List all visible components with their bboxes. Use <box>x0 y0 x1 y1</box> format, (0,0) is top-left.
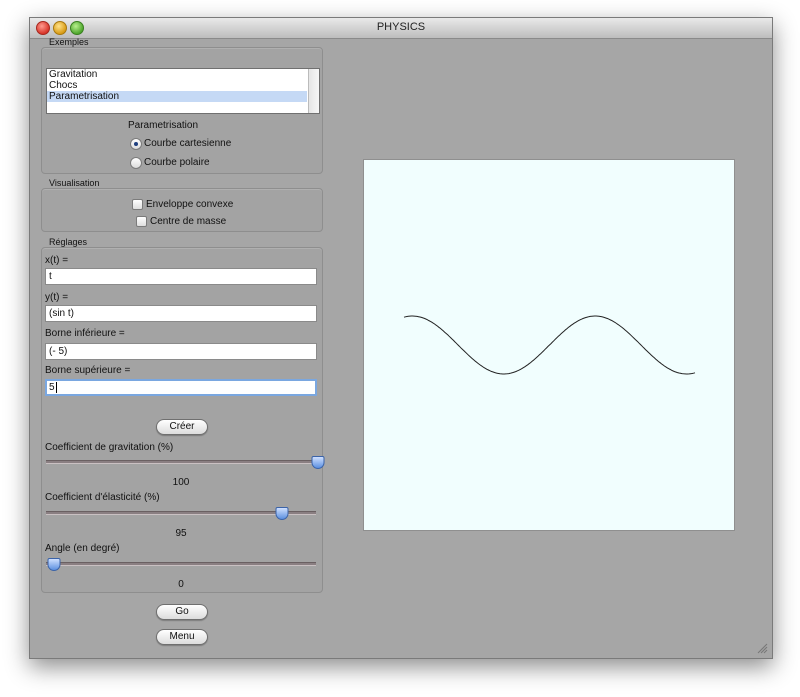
angle-slider-value: 0 <box>178 579 184 590</box>
examples-list[interactable]: Gravitation Chocs Parametrisation <box>46 68 320 114</box>
resize-grip-icon[interactable] <box>756 642 768 654</box>
checkbox-label-centre-de-masse: Centre de masse <box>150 216 227 227</box>
menu-button[interactable]: Menu <box>156 629 208 645</box>
elasticite-slider-value: 95 <box>175 528 187 539</box>
gravitation-slider-label: Coefficient de gravitation (%) <box>45 442 174 453</box>
radio-courbe-polaire[interactable] <box>130 157 142 169</box>
exemples-group-label: Exemples <box>49 37 89 47</box>
checkbox-centre-de-masse[interactable] <box>136 216 147 227</box>
elasticite-slider-label: Coefficient d'élasticité (%) <box>45 492 160 503</box>
list-scrollbar[interactable] <box>308 69 319 113</box>
checkbox-label-enveloppe-convexe: Enveloppe convexe <box>146 199 234 210</box>
title-bar[interactable]: PHYSICS <box>30 18 772 39</box>
go-button[interactable]: Go <box>156 604 208 620</box>
gravitation-slider-thumb[interactable] <box>311 456 325 469</box>
window-title: PHYSICS <box>376 21 426 33</box>
radio-courbe-cartesienne[interactable] <box>130 138 142 150</box>
app-window: PHYSICS Exemples Gravitation Chocs Param… <box>29 17 773 659</box>
radio-label-courbe-polaire: Courbe polaire <box>144 157 210 168</box>
gravitation-slider-track[interactable] <box>46 460 316 464</box>
upper-bound-label: Borne supérieure = <box>45 365 131 376</box>
upper-bound-value: 5 <box>49 382 55 394</box>
gravitation-slider-value: 100 <box>172 477 190 488</box>
create-button[interactable]: Créer <box>156 419 208 435</box>
upper-bound-input[interactable]: 5 <box>45 379 317 396</box>
angle-slider-label: Angle (en degré) <box>45 543 120 554</box>
list-item-gravitation[interactable]: Gravitation <box>47 69 307 80</box>
lower-bound-label: Borne inférieure = <box>45 328 125 339</box>
list-item-chocs[interactable]: Chocs <box>47 80 307 91</box>
visualisation-group-label: Visualisation <box>49 178 100 188</box>
list-item-parametrisation[interactable]: Parametrisation <box>47 91 307 102</box>
checkbox-enveloppe-convexe[interactable] <box>132 199 143 210</box>
text-caret <box>55 382 57 393</box>
angle-slider-thumb[interactable] <box>47 558 61 571</box>
x-field-label: x(t) = <box>45 255 69 266</box>
angle-slider-track[interactable] <box>46 562 316 566</box>
parametric-curve <box>403 315 696 375</box>
radio-label-courbe-cartesienne: Courbe cartesienne <box>144 138 232 149</box>
reglages-group-label: Réglages <box>49 237 88 247</box>
elasticite-slider-thumb[interactable] <box>275 507 289 520</box>
y-field-label: y(t) = <box>45 292 69 303</box>
lower-bound-input[interactable]: (- 5) <box>45 343 317 360</box>
y-expression-input[interactable]: (sin t) <box>45 305 317 322</box>
x-expression-input[interactable]: t <box>45 268 317 285</box>
parametrisation-heading: Parametrisation <box>128 120 199 131</box>
plot-canvas[interactable] <box>363 159 735 531</box>
plot-svg <box>403 315 696 375</box>
